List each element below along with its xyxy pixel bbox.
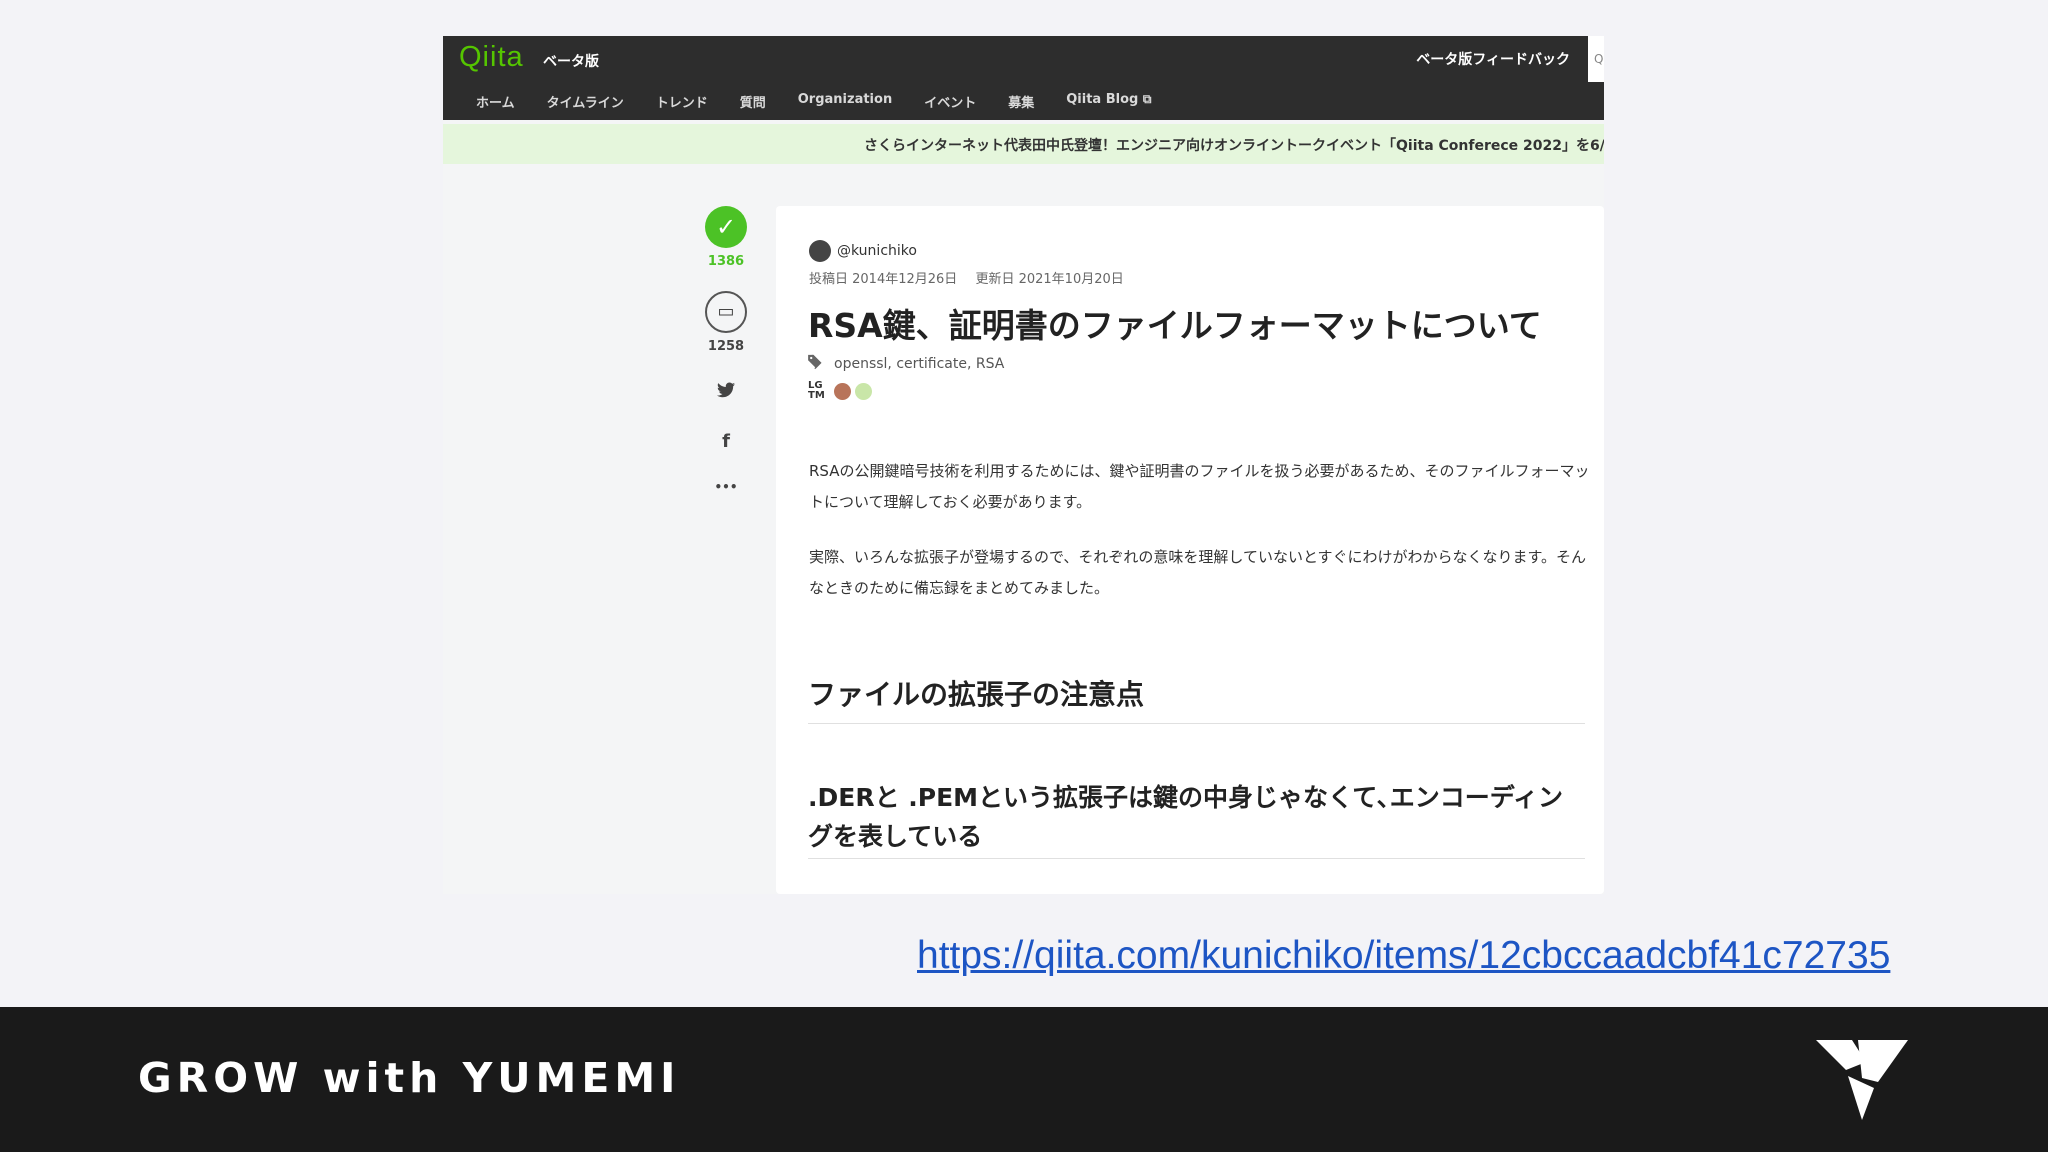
nav-qiita-blog[interactable]: Qiita Blog ⧉ <box>1050 92 1167 111</box>
article-actions: ✓ 1386 ▭ 1258 f ••• <box>696 206 756 494</box>
tag-icon <box>808 354 826 374</box>
avatar <box>809 240 831 262</box>
search-input[interactable]: Q <box>1588 36 1604 82</box>
nav-trend[interactable]: トレンド <box>640 92 724 111</box>
external-link-icon: ⧉ <box>1142 92 1152 106</box>
article-card: @kunichiko 投稿日 2014年12月26日 更新日 2021年10月2… <box>776 206 1604 894</box>
slide-footer: GROW with YUMEMI <box>0 1007 2048 1152</box>
qiita-screenshot: Qiita ベータ版 ベータ版フィードバック Q ホーム タイムライン トレンド… <box>443 36 1604 894</box>
avatar[interactable] <box>834 382 851 400</box>
nav-home[interactable]: ホーム <box>443 92 531 111</box>
author[interactable]: @kunichiko <box>809 240 917 262</box>
beta-label: ベータ版 <box>543 54 599 70</box>
article-dates: 投稿日 2014年12月26日 更新日 2021年10月20日 <box>809 268 1138 287</box>
nav-questions[interactable]: 質問 <box>724 92 782 111</box>
article-title: RSA鍵、証明書のファイルフォーマットについて <box>808 306 1542 345</box>
facebook-icon[interactable]: f <box>696 431 756 452</box>
more-icon[interactable]: ••• <box>696 480 756 494</box>
nav-events[interactable]: イベント <box>908 92 992 111</box>
updated-date: 更新日 2021年10月20日 <box>975 272 1124 287</box>
nav-qiita-blog-label: Qiita Blog <box>1066 92 1139 107</box>
like-count: 1386 <box>707 254 745 269</box>
nav-recruit[interactable]: 募集 <box>992 92 1050 111</box>
article-url-link[interactable]: https://qiita.com/kunichiko/items/12cbcc… <box>917 934 1890 978</box>
section-heading: ファイルの拡張子の注意点 <box>808 673 1585 724</box>
nav-organization[interactable]: Organization <box>782 92 908 111</box>
yumemi-logo-icon <box>1816 1040 1908 1126</box>
main-nav: ホーム タイムライン トレンド 質問 Organization イベント 募集 … <box>443 92 1167 111</box>
like-check-icon[interactable]: ✓ <box>705 206 747 248</box>
subsection-heading: .DERと .PEMという拡張子は鍵の中身じゃなくて､エンコーディングを表してい… <box>808 778 1585 859</box>
nav-timeline[interactable]: タイムライン <box>531 92 640 111</box>
lgtm-users: LG TM <box>808 381 872 401</box>
qiita-header: Qiita ベータ版 ベータ版フィードバック Q ホーム タイムライン トレンド… <box>443 36 1604 120</box>
twitter-icon[interactable] <box>696 382 756 403</box>
posted-date: 投稿日 2014年12月26日 <box>809 272 958 287</box>
feedback-link[interactable]: ベータ版フィードバック <box>1416 49 1570 69</box>
tag-list: openssl, certificate, RSA <box>808 354 1004 374</box>
author-name: @kunichiko <box>837 243 917 259</box>
stock-icon[interactable]: ▭ <box>705 291 747 333</box>
article-paragraph: RSAの公開鍵暗号技術を利用するためには、鍵や証明書のファイルを扱う必要があるた… <box>809 462 1590 511</box>
lgtm-label: LG TM <box>808 380 825 401</box>
twitter-bird-svg <box>717 382 735 398</box>
announcement-banner[interactable]: さくらインターネット代表田中氏登壇！エンジニア向けオンライントークイベント「Qi… <box>443 124 1604 164</box>
stock-count: 1258 <box>707 339 745 354</box>
tags-text[interactable]: openssl, certificate, RSA <box>834 356 1004 372</box>
article-paragraph: 実際、いろんな拡張子が登場するので、それぞれの意味を理解していないとすぐにわけが… <box>809 548 1587 597</box>
qiita-logo[interactable]: Qiita <box>459 41 524 74</box>
banner-text: さくらインターネット代表田中氏登壇！エンジニア向けオンライントークイベント「Qi… <box>864 138 1604 154</box>
avatar[interactable] <box>855 382 872 400</box>
footer-title: GROW with YUMEMI <box>138 1054 681 1102</box>
